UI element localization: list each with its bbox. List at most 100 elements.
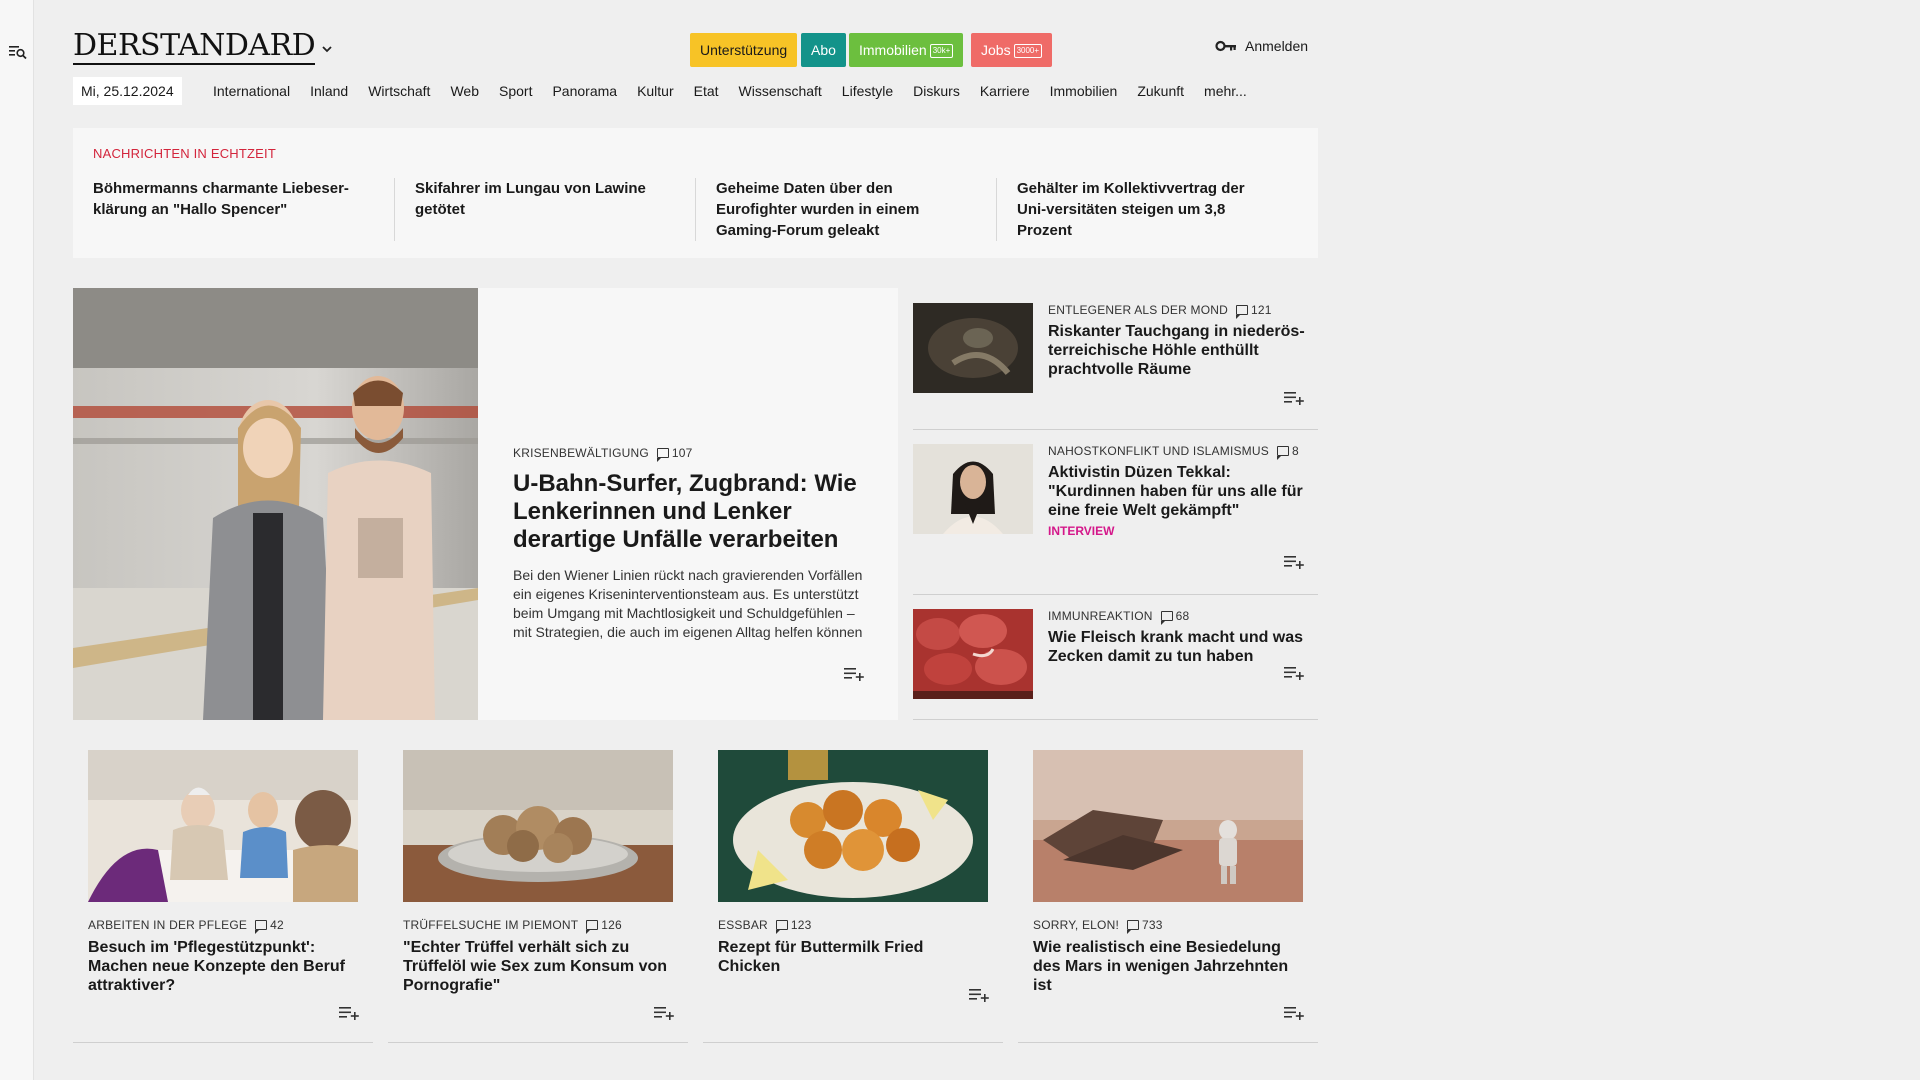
nav-item-immobilien[interactable]: Immobilien xyxy=(1050,77,1118,105)
nav-item-panorama[interactable]: Panorama xyxy=(552,77,617,105)
grid-article-image[interactable] xyxy=(88,750,358,902)
lead-teaser: Bei den Wiener Linien rückt nach gravier… xyxy=(513,567,863,640)
comment-icon xyxy=(255,920,268,934)
side-article: IMMUNREAKTION 68 Wie Fleisch krank macht… xyxy=(913,595,1318,720)
jobs-button[interactable]: Jobs 3000+ xyxy=(971,33,1053,67)
ticker-title[interactable]: NACHRICHTEN IN ECHTZEIT xyxy=(93,146,1298,161)
kicker-label[interactable]: SORRY, ELON! xyxy=(1033,918,1119,932)
nav-item-etat[interactable]: Etat xyxy=(694,77,719,105)
grid-article-text: ARBEITEN IN DER PFLEGE 42 Besuch im 'Pfl… xyxy=(88,918,358,995)
support-button[interactable]: Unterstützung xyxy=(690,33,798,67)
ticker-item[interactable]: Skifahrer im Lungau von Lawine getötet xyxy=(394,178,695,241)
kicker-label[interactable]: ESSBAR xyxy=(718,918,768,932)
ticker-item[interactable]: Böhmermanns charmante Liebeser-klärung a… xyxy=(93,178,394,241)
nav-item-mehr[interactable]: mehr... xyxy=(1204,77,1247,105)
grid-article-image[interactable] xyxy=(718,750,988,902)
jobs-label: Jobs xyxy=(981,42,1011,58)
nav-item-international[interactable]: International xyxy=(213,77,290,105)
nav-item-zukunft[interactable]: Zukunft xyxy=(1137,77,1184,105)
side-article-title[interactable]: Aktivistin Düzen Tekkal: "Kurdinnen habe… xyxy=(1048,463,1318,520)
comment-count[interactable]: 8 xyxy=(1276,444,1299,460)
side-article-image[interactable] xyxy=(913,609,1033,699)
nav-item-karriere[interactable]: Karriere xyxy=(980,77,1030,105)
comment-icon xyxy=(775,920,788,934)
grid-article: TRÜFFELSUCHE IM PIEMONT 126 "Echter Trüf… xyxy=(388,735,688,1043)
grid-article-title[interactable]: Wie realistisch eine Besiedelung des Mar… xyxy=(1033,938,1303,995)
side-article-list: ENTLEGENER ALS DER MOND 121 Riskanter Ta… xyxy=(913,288,1318,720)
grid-article-image[interactable] xyxy=(403,750,673,902)
comment-count[interactable]: 42 xyxy=(255,918,284,934)
playlist-add-icon[interactable] xyxy=(843,666,865,682)
grid-article: SORRY, ELON! 733 Wie realistisch eine Be… xyxy=(1018,735,1318,1043)
playlist-add-icon[interactable] xyxy=(1283,1005,1305,1021)
playlist-add-icon[interactable] xyxy=(338,1005,360,1021)
lead-article-image[interactable] xyxy=(73,288,478,720)
comment-count[interactable]: 107 xyxy=(656,446,693,462)
comment-count-value: 8 xyxy=(1291,444,1299,458)
side-article-text: IMMUNREAKTION 68 Wie Fleisch krank macht… xyxy=(1048,609,1318,666)
immobilien-badge: 30k+ xyxy=(929,44,954,58)
side-article-image[interactable] xyxy=(913,303,1033,393)
nav-item-wissenschaft[interactable]: Wissenschaft xyxy=(739,77,822,105)
grid-article-text: TRÜFFELSUCHE IM PIEMONT 126 "Echter Trüf… xyxy=(403,918,673,995)
playlist-add-icon[interactable] xyxy=(968,987,990,1003)
comment-icon xyxy=(1276,446,1289,460)
grid-article-image[interactable] xyxy=(1033,750,1303,902)
comment-count[interactable]: 68 xyxy=(1160,609,1190,625)
nav-item-kultur[interactable]: Kultur xyxy=(637,77,674,105)
ticker-item[interactable]: Gehälter im Kollektivvertrag der Uni-ver… xyxy=(996,178,1297,241)
nav-item-sport[interactable]: Sport xyxy=(499,77,532,105)
side-article-title[interactable]: Riskanter Tauchgang in niederös-terreich… xyxy=(1048,322,1318,379)
kicker-label[interactable]: ARBEITEN IN DER PFLEGE xyxy=(88,918,247,932)
comment-count-value: 42 xyxy=(270,918,284,932)
lead-kicker: KRISENBEWÄLTIGUNG 107 xyxy=(513,446,868,462)
comment-count-value: 121 xyxy=(1250,303,1272,317)
nav-item-wirtschaft[interactable]: Wirtschaft xyxy=(368,77,430,105)
kicker-label[interactable]: NAHOSTKONFLIKT UND ISLAMISMUS xyxy=(1048,444,1269,458)
article-grid: ARBEITEN IN DER PFLEGE 42 Besuch im 'Pfl… xyxy=(73,735,1318,1043)
playlist-add-icon[interactable] xyxy=(1283,390,1305,406)
grid-article-title[interactable]: Besuch im 'Pflegestützpunkt': Machen neu… xyxy=(88,938,358,995)
comment-count-value: 107 xyxy=(671,446,693,460)
nav-item-inland[interactable]: Inland xyxy=(310,77,348,105)
nav-item-web[interactable]: Web xyxy=(450,77,479,105)
kicker-label[interactable]: IMMUNREAKTION xyxy=(1048,609,1153,623)
side-kicker: ENTLEGENER ALS DER MOND 121 xyxy=(1048,303,1318,319)
abo-button[interactable]: Abo xyxy=(801,33,846,67)
grid-article-title[interactable]: Rezept für Buttermilk Fried Chicken xyxy=(718,938,988,976)
ticker-list: Böhmermanns charmante Liebeser-klärung a… xyxy=(93,178,1298,241)
jobs-badge: 3000+ xyxy=(1013,44,1043,58)
live-news-ticker: NACHRICHTEN IN ECHTZEIT Böhmermanns char… xyxy=(73,128,1318,258)
playlist-add-icon[interactable] xyxy=(1283,554,1305,570)
nav-item-diskurs[interactable]: Diskurs xyxy=(913,77,960,105)
playlist-add-icon[interactable] xyxy=(653,1005,675,1021)
grid-article: ARBEITEN IN DER PFLEGE 42 Besuch im 'Pfl… xyxy=(73,735,373,1043)
side-kicker: IMMUNREAKTION 68 xyxy=(1048,609,1318,625)
login-button[interactable]: Anmelden xyxy=(1215,38,1308,54)
side-article-title[interactable]: Wie Fleisch krank macht und was Zecken d… xyxy=(1048,628,1318,666)
ticker-item[interactable]: Geheime Daten über den Eurofighter wurde… xyxy=(695,178,996,241)
side-article-text: ENTLEGENER ALS DER MOND 121 Riskanter Ta… xyxy=(1048,303,1318,379)
comment-icon xyxy=(586,920,599,934)
kicker-label[interactable]: TRÜFFELSUCHE IM PIEMONT xyxy=(403,918,578,932)
immobilien-button[interactable]: Immobilien 30k+ xyxy=(849,33,964,67)
support-label: Unterstützung xyxy=(700,42,788,58)
playlist-add-icon[interactable] xyxy=(1283,665,1305,681)
comment-count[interactable]: 121 xyxy=(1235,303,1272,319)
kicker-label[interactable]: ENTLEGENER ALS DER MOND xyxy=(1048,303,1228,317)
grid-article-title[interactable]: "Echter Trüffel verhält sich zu Trüffelö… xyxy=(403,938,673,995)
site-logo[interactable]: DERSTANDARD xyxy=(73,30,316,65)
lead-article-text: KRISENBEWÄLTIGUNG 107 U-Bahn-Surfer, Zug… xyxy=(513,446,868,642)
comment-count[interactable]: 733 xyxy=(1127,918,1163,934)
comment-count[interactable]: 126 xyxy=(586,918,622,934)
comment-icon xyxy=(1127,920,1139,934)
comment-count[interactable]: 123 xyxy=(775,918,812,934)
menu-search-icon[interactable] xyxy=(8,42,28,62)
nav-item-lifestyle[interactable]: Lifestyle xyxy=(842,77,893,105)
comment-count-value: 68 xyxy=(1175,609,1190,623)
side-article-image[interactable] xyxy=(913,444,1033,534)
kicker-label[interactable]: KRISENBEWÄLTIGUNG xyxy=(513,446,649,460)
grid-kicker: SORRY, ELON! 733 xyxy=(1033,918,1303,934)
lead-title[interactable]: U-Bahn-Surfer, Zugbrand: Wie Lenkerinnen… xyxy=(513,470,868,554)
chevron-down-icon[interactable] xyxy=(320,42,334,56)
